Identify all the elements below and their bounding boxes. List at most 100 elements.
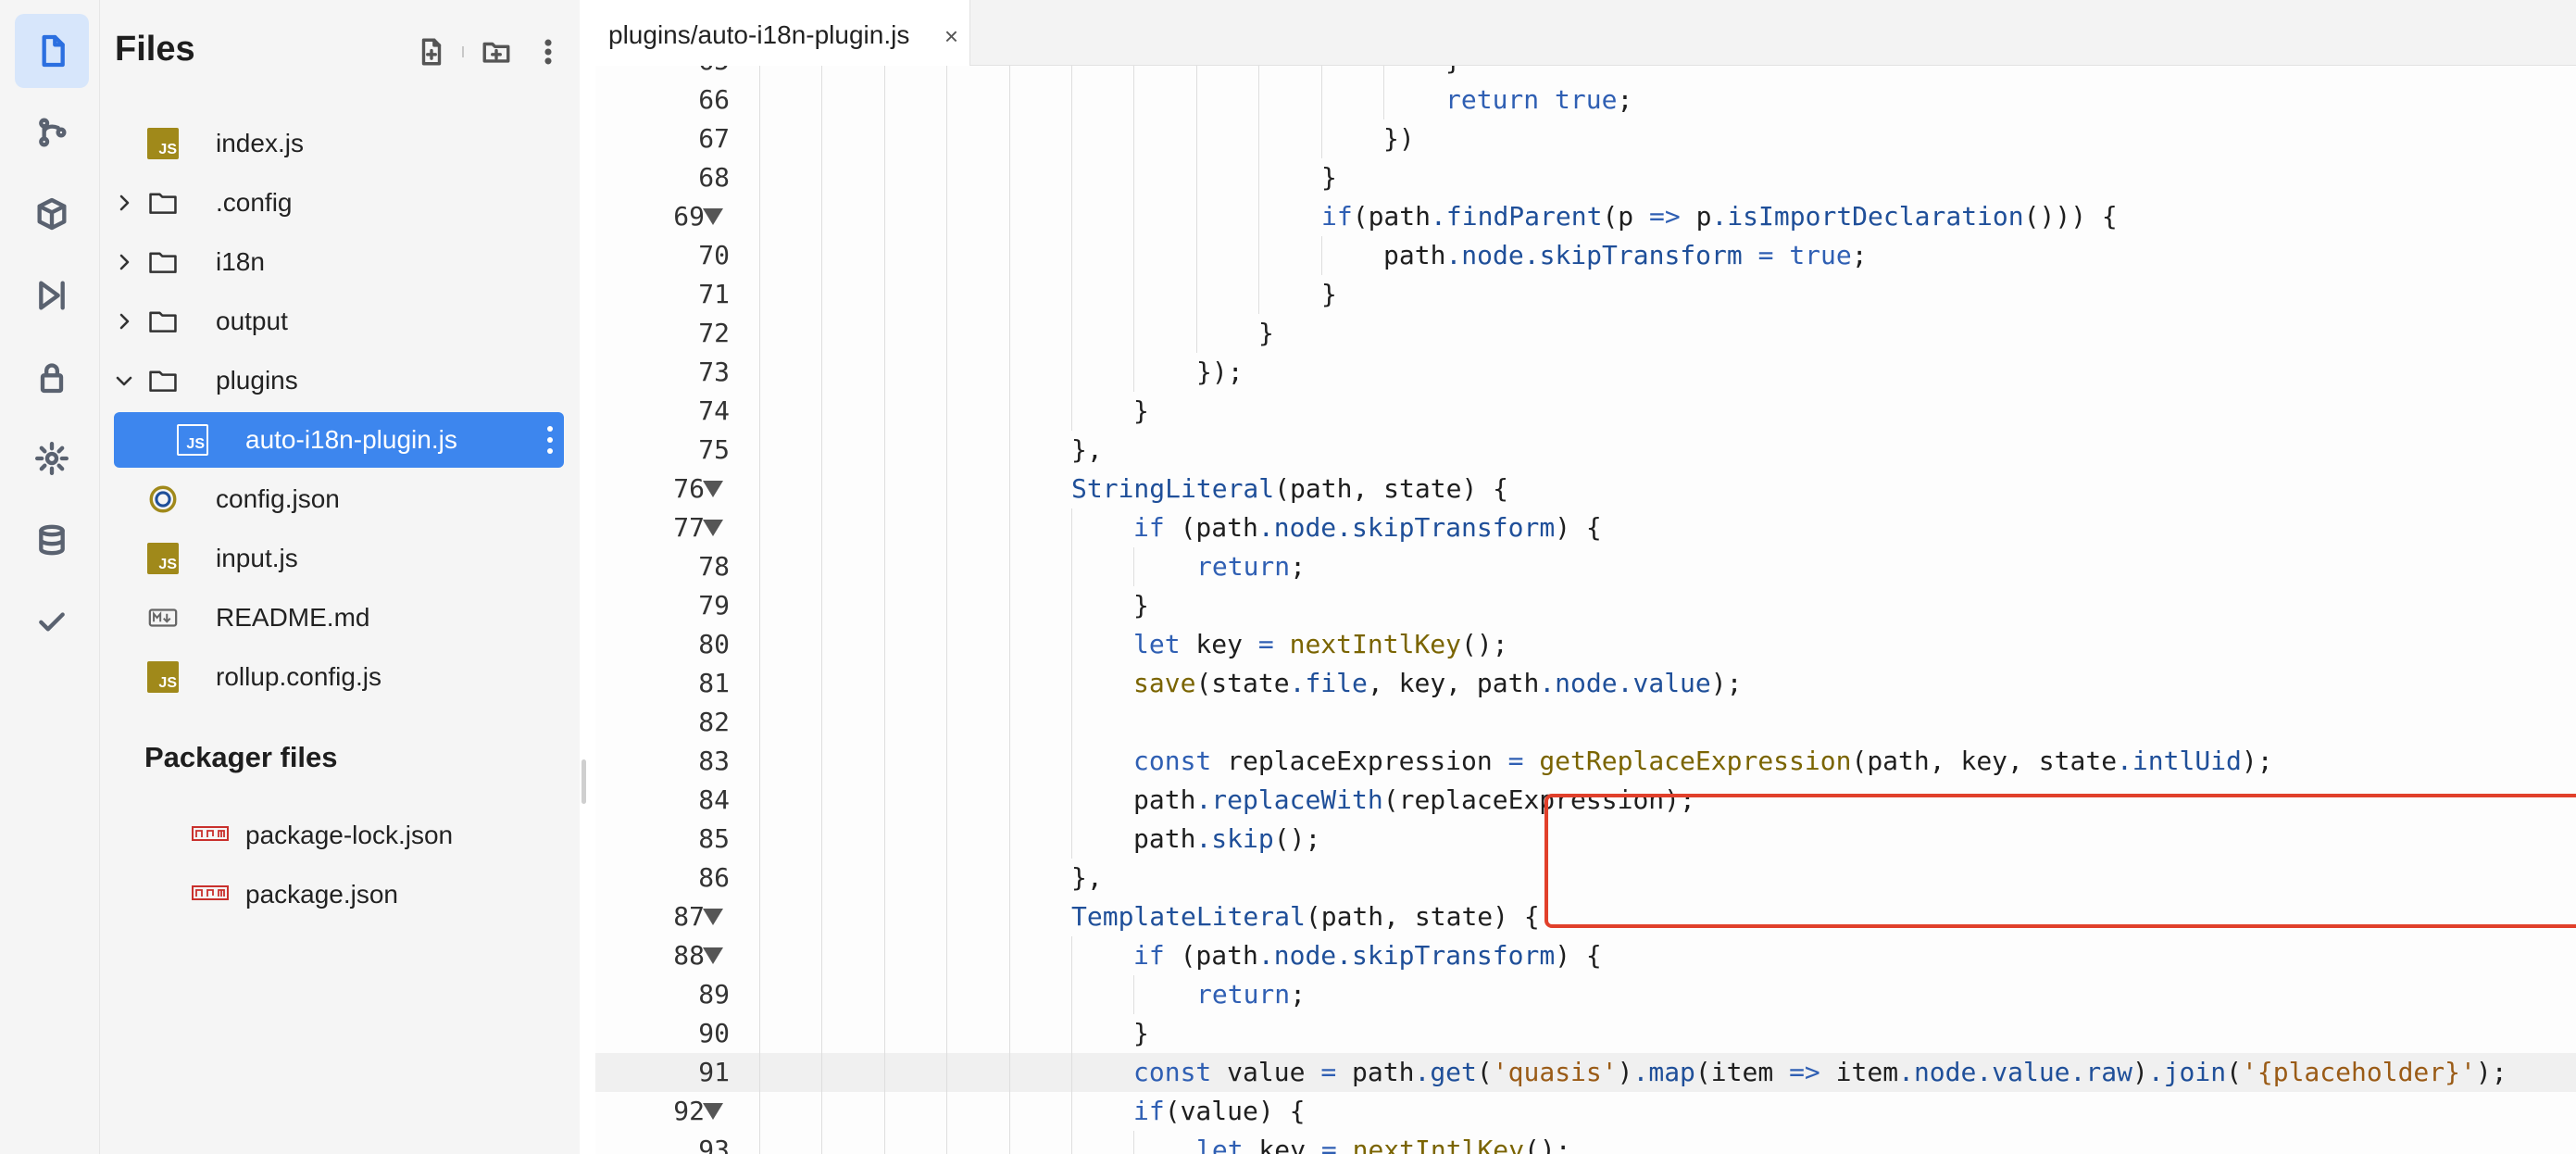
code-line[interactable]: 75}, xyxy=(595,431,2576,470)
activity-debug-button[interactable] xyxy=(15,258,89,332)
line-number: 93 xyxy=(698,1135,730,1154)
indent-guide xyxy=(821,703,822,742)
packager-item-package-json[interactable]: package.json xyxy=(114,867,564,922)
fold-arrow-icon[interactable] xyxy=(703,208,723,225)
line-number: 85 xyxy=(698,823,730,854)
code-line[interactable]: 65} xyxy=(595,66,2576,81)
code-text: path.skip(); xyxy=(1133,820,1320,859)
tree-item-rollup-config-js[interactable]: JS rollup.config.js xyxy=(114,649,564,705)
code-line[interactable]: 68} xyxy=(595,158,2576,197)
code-line[interactable]: 76 StringLiteral(path, state) { xyxy=(595,470,2576,508)
chevron-right-icon[interactable] xyxy=(114,193,134,213)
chevron-right-icon[interactable] xyxy=(114,252,134,272)
fold-arrow-icon[interactable] xyxy=(703,909,723,925)
code-line[interactable]: 93 let key = nextIntlKey(); xyxy=(595,1131,2576,1154)
tree-item-index-js[interactable]: JS index.js xyxy=(114,116,564,171)
npm-icon xyxy=(192,826,229,841)
indent-guide xyxy=(821,508,822,547)
code-line[interactable]: 87 TemplateLiteral(path, state) { xyxy=(595,897,2576,936)
sidebar-more-button[interactable] xyxy=(528,31,569,72)
code-line[interactable]: 84 path.replaceWith(replaceExpression); xyxy=(595,781,2576,820)
code-text: save(state.file, key, path.node.value); xyxy=(1133,664,1743,703)
code-token: (path xyxy=(1352,201,1432,232)
tree-item-readme-md[interactable]: README.md xyxy=(114,590,564,646)
tree-item--config[interactable]: .config xyxy=(114,175,564,231)
code-line[interactable]: 91 const value = path.get('quasis').map(i… xyxy=(595,1053,2576,1092)
indent-guide xyxy=(1071,197,1072,236)
indent-guide xyxy=(759,859,760,897)
code-token: } xyxy=(1321,279,1337,309)
indent-guide xyxy=(1009,936,1010,975)
code-line[interactable]: 82 xyxy=(595,703,2576,742)
code-line[interactable]: 90} xyxy=(595,1014,2576,1053)
code-line[interactable]: 80 let key = nextIntlKey(); xyxy=(595,625,2576,664)
code-line[interactable]: 73}); xyxy=(595,353,2576,392)
code-line[interactable]: 71} xyxy=(595,275,2576,314)
indent-guide xyxy=(1009,353,1010,392)
code-area[interactable]: 93 let key = nextIntlKey(); 92 if(value) {9… xyxy=(595,66,2576,1154)
code-token: }); xyxy=(1196,357,1244,387)
code-token: } xyxy=(1445,66,1461,76)
tree-item-input-js[interactable]: JS input.js xyxy=(114,531,564,586)
code-token: const xyxy=(1133,746,1212,776)
code-line[interactable]: 83 const replaceExpression = getReplaceEx… xyxy=(595,742,2576,781)
code-line[interactable]: 67}) xyxy=(595,119,2576,158)
indent-guide xyxy=(759,275,760,314)
chevron-right-icon[interactable] xyxy=(114,311,134,332)
fold-arrow-icon[interactable] xyxy=(703,520,723,536)
code-text: let key = nextIntlKey(); xyxy=(1196,1131,1571,1154)
chevron-down-icon[interactable] xyxy=(114,370,134,391)
code-token: ); xyxy=(2475,1057,2507,1087)
indent-guide xyxy=(759,975,760,1014)
fold-arrow-icon[interactable] xyxy=(703,947,723,964)
code-line[interactable]: 88 if (path.node.skipTransform) { xyxy=(595,936,2576,975)
tree-item-label: auto-i18n-plugin.js xyxy=(245,425,457,454)
fold-arrow-icon[interactable] xyxy=(703,481,723,497)
indent-guide xyxy=(1009,66,1010,81)
tree-item-output[interactable]: output xyxy=(114,294,564,349)
new-folder-button[interactable] xyxy=(476,31,517,72)
code-line[interactable]: 72} xyxy=(595,314,2576,353)
code-line[interactable]: 77 if (path.node.skipTransform) { xyxy=(595,508,2576,547)
indent-guide xyxy=(1071,936,1072,975)
code-line[interactable]: 70 path.node.skipTransform = true; xyxy=(595,236,2576,275)
code-line[interactable]: 86}, xyxy=(595,859,2576,897)
sidebar-resize-handle[interactable] xyxy=(581,759,586,804)
indent-guide xyxy=(1133,353,1134,392)
code-line[interactable]: 85 path.skip(); xyxy=(595,820,2576,859)
packager-item-package-lock-json[interactable]: package-lock.json xyxy=(114,808,564,863)
tree-item-label: rollup.config.js xyxy=(216,662,381,691)
code-line[interactable]: 81 save(state.file, key, path.node.value)… xyxy=(595,664,2576,703)
code-line[interactable]: 92 if(value) { xyxy=(595,1092,2576,1131)
fold-arrow-icon[interactable] xyxy=(703,1103,723,1120)
code-text: } xyxy=(1321,158,1337,197)
row-more-icon[interactable] xyxy=(544,423,556,457)
indent-guide xyxy=(884,936,885,975)
code-line[interactable]: 89 return; xyxy=(595,975,2576,1014)
tree-item-plugins[interactable]: plugins xyxy=(114,353,564,408)
indent-guide xyxy=(1133,1131,1134,1154)
tree-item-auto-i18n-plugin-js[interactable]: JS auto-i18n-plugin.js xyxy=(114,412,564,468)
activity-package-button[interactable] xyxy=(15,177,89,251)
code-line[interactable]: 78 return; xyxy=(595,547,2576,586)
activity-database-button[interactable] xyxy=(15,503,89,577)
code-token: } xyxy=(1133,395,1149,426)
new-file-button[interactable] xyxy=(411,31,452,72)
activity-lock-button[interactable] xyxy=(15,340,89,414)
tree-item-i18n[interactable]: i18n xyxy=(114,234,564,290)
tab-close-icon[interactable]: × xyxy=(944,22,958,51)
code-line[interactable]: 79} xyxy=(595,586,2576,625)
code-line[interactable]: 74} xyxy=(595,392,2576,431)
tree-item-config-json[interactable]: config.json xyxy=(114,471,564,527)
activity-source-control-button[interactable] xyxy=(15,95,89,169)
activity-file-button[interactable] xyxy=(15,14,89,88)
indent-guide xyxy=(821,1053,822,1092)
activity-check-button[interactable] xyxy=(15,584,89,659)
code-line[interactable]: 69 if(path.findParent(p => p.isImportDecl… xyxy=(595,197,2576,236)
code-text: }, xyxy=(1071,431,1103,470)
activity-gear-button[interactable] xyxy=(15,421,89,495)
code-token: }, xyxy=(1071,862,1103,893)
editor-tab[interactable]: plugins/auto-i18n-plugin.js × xyxy=(595,0,970,66)
indent-guide xyxy=(1071,81,1072,119)
code-line[interactable]: 66 return true; xyxy=(595,81,2576,119)
